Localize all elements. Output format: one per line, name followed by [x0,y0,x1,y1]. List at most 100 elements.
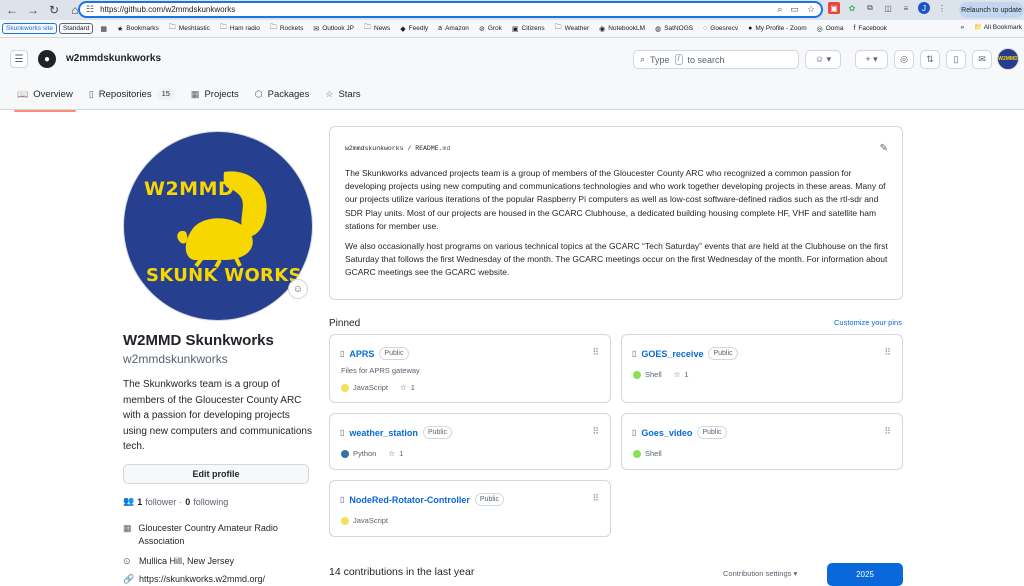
sidebar-icon[interactable]: ◫ [882,2,894,14]
pull-request-icon: ⇅ [926,54,934,64]
avatar[interactable]: W2MMD [997,48,1019,70]
chevron-down-icon: ▾ [793,569,798,578]
tab-overview[interactable]: 📖 Overview [10,81,80,112]
cast-icon[interactable]: ▭ [790,4,799,15]
following-label[interactable]: following [193,497,228,507]
extensions-puzzle-icon[interactable]: ⧉ [864,2,876,14]
ooma-icon: ◎ [816,25,823,33]
followers-count[interactable]: 1 [137,497,142,507]
menu-dots-icon[interactable]: ⋮ [936,2,948,14]
skunk-logo-icon [177,171,267,268]
repo-link[interactable]: NodeRed-Rotator-Controller [349,495,470,505]
menu-icon[interactable]: ☰ [10,50,28,68]
reload-icon[interactable]: ↻ [45,1,63,19]
bookmark-item[interactable]: ▣ Citizens [507,22,550,36]
repo-icon: ▯ [88,88,94,99]
repo-link[interactable]: GOES_receive [641,349,703,359]
profile-avatar[interactable]: W2MMD SKUNK WORKS [123,131,313,321]
bookmark-item[interactable]: a Amazon [433,22,474,36]
bookmark-item[interactable]: ✉ Outlook JP [308,22,359,36]
all-bookmarks-link[interactable]: 📁 All Bookmark [974,23,1022,31]
bookmark-star-icon[interactable]: ☆ [807,4,815,15]
forward-icon[interactable]: → [24,1,42,19]
edit-pencil-icon[interactable]: ✎ [880,143,888,154]
pull-requests-button[interactable]: ⇅ [920,50,940,69]
site-info-icon[interactable]: ☷ [86,4,94,15]
tab-projects[interactable]: ▦ Projects [184,81,246,107]
bookmark-item[interactable]: ◆ Feedly [395,22,433,36]
address-bar[interactable]: ☷ https://github.com/w2mmdskunkworks ⌕ ▭… [78,1,823,18]
tab-group-chip[interactable]: Standard [58,23,94,34]
relaunch-button[interactable]: Relaunch to update [959,2,1024,18]
bookmark-item[interactable]: 🗀 Ham radio [215,22,265,36]
stargazers-link[interactable]: ☆ 1 [388,449,403,458]
repo-meta: JavaScript ☆ 1 [341,383,415,392]
repo-language: Python [341,449,376,458]
search-input[interactable]: ⌕ Type / to search [633,50,799,69]
bookmark-item[interactable]: ◉ NotebookLM [594,22,650,36]
bookmark-item[interactable]: ● My Profile - Zoom [743,22,812,36]
repo-link[interactable]: Goes_video [641,428,692,438]
tab-group-chip[interactable]: Skunkworks site [2,23,57,34]
zoom-icon[interactable]: ⌕ [777,4,782,15]
language-color-dot [341,516,349,525]
extension-icon[interactable]: ✿ [846,2,858,14]
context-username[interactable]: w2mmdskunkworks [66,53,161,64]
set-status-icon[interactable]: ☺ [288,279,308,299]
profile-icon[interactable]: J [918,2,930,14]
repo-meta: Python ☆ 1 [341,449,403,458]
citizens-icon: ▣ [511,25,519,33]
back-icon[interactable]: ← [3,1,21,19]
media-icon[interactable]: ≡ [900,2,912,14]
contribution-settings-dropdown[interactable]: Contribution settings ▾ [723,569,797,578]
tab-repositories[interactable]: ▯ Repositories 15 [82,81,182,107]
drag-handle-icon[interactable]: ⠿ [592,426,599,437]
visibility-badge: Public [708,347,738,360]
amazon-icon: a [438,25,443,32]
star-icon: ★ [116,25,124,33]
customize-pins-link[interactable]: Customize your pins [834,318,902,327]
stargazers-link[interactable]: ☆ 1 [674,370,689,379]
bookmark-item[interactable]: ★ Bookmarks [112,22,164,36]
repo-meta: JavaScript [341,516,388,525]
repo-icon: ▯ [340,495,345,504]
stargazers-link[interactable]: ☆ 1 [400,383,415,392]
bookmark-label: Citizens [521,25,545,32]
repo-link[interactable]: weather_station [349,428,418,438]
tab-stars[interactable]: ☆ Stars [318,81,367,107]
bookmark-item[interactable]: ⊘ Grok [474,22,507,36]
edit-profile-button[interactable]: Edit profile [123,464,309,484]
bookmark-item[interactable]: ◍ SatNOGS [650,22,698,36]
drag-handle-icon[interactable]: ⠿ [884,347,891,358]
bookmark-label: Ham radio [229,25,260,32]
followers-label[interactable]: follower [145,497,176,507]
extension-icon[interactable]: ▣ [828,2,840,14]
following-count[interactable]: 0 [185,497,190,507]
drag-handle-icon[interactable]: ⠿ [592,493,599,504]
repo-link[interactable]: APRS [349,349,374,359]
bookmark-item[interactable]: ◎ Ooma [812,22,849,36]
repo-icon: ▯ [340,349,345,358]
zoom-icon: ● [748,25,753,32]
bookmark-item[interactable]: f Facebook [848,22,892,36]
github-logo-icon[interactable]: ● [38,50,56,68]
website-link[interactable]: https://skunkworks.w2mmd.org/ [139,573,265,586]
bookmark-item[interactable]: 🗀 News [359,22,395,36]
repositories-button[interactable]: ▯ [946,50,966,69]
issues-button[interactable]: ◎ [894,50,914,69]
create-new-button[interactable]: + ▾ [855,50,888,69]
bookmark-item[interactable]: ◌ Goesrecv [698,22,743,36]
copilot-button[interactable]: ☺ ▾ [805,50,841,69]
bookmark-item[interactable]: 🗀 Rockets [265,22,308,36]
bookmark-item[interactable]: 🗀 Weather [550,22,594,36]
inbox-button[interactable]: ✉ [972,50,992,69]
year-button[interactable]: 2025 [827,563,903,586]
tab-packages[interactable]: ⬡ Packages [248,81,317,107]
copilot-icon: ☺ ▾ [814,54,832,64]
more-bookmarks-icon[interactable]: » [961,24,965,31]
star-icon: ☆ [673,370,681,379]
drag-handle-icon[interactable]: ⠿ [592,347,599,358]
apps-icon[interactable]: ▦ [95,22,112,36]
bookmark-item[interactable]: 🗀 Meshtastic [164,22,215,36]
drag-handle-icon[interactable]: ⠿ [884,426,891,437]
